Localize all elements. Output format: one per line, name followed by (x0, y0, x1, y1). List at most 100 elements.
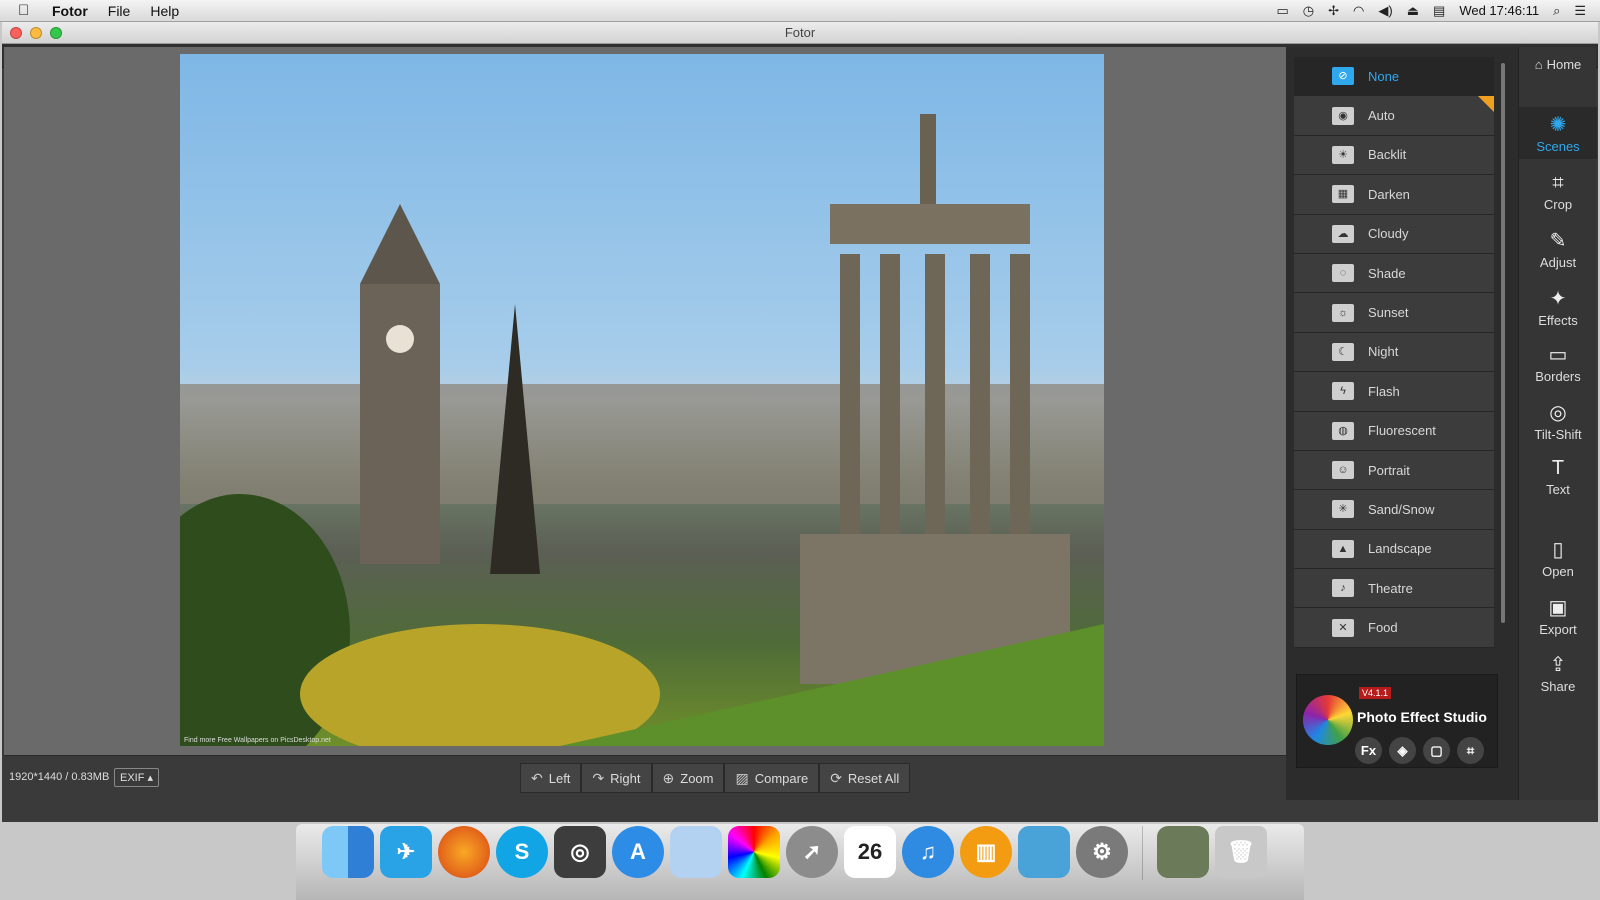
none-icon: ⊘ (1332, 67, 1354, 86)
nav-crop-label: Crop (1543, 197, 1573, 212)
document-icon: ▯ (1552, 539, 1564, 561)
zoom-label: Zoom (680, 770, 714, 786)
compare-button[interactable]: ▨ Compare (724, 763, 820, 793)
scene-flash[interactable]: ϟ Flash (1294, 372, 1494, 412)
tilt-shift-icon: ◎ (1549, 402, 1567, 424)
scene-cloudy[interactable]: ☁ Cloudy (1294, 214, 1494, 254)
nav-adjust-label: Adjust (1539, 255, 1577, 270)
menu-file[interactable]: File (108, 3, 131, 19)
scene-label: Sand/Snow (1368, 501, 1435, 517)
wifi-icon[interactable]: ◠ (1353, 3, 1364, 19)
volume-icon[interactable]: ◀) (1378, 3, 1392, 19)
launchpad-icon[interactable]: ➚ (786, 826, 838, 878)
firefox-icon[interactable] (438, 826, 490, 878)
scene-label: Auto (1368, 108, 1395, 124)
finder-icon[interactable] (322, 826, 374, 878)
menu-help[interactable]: Help (150, 3, 179, 19)
scene-night[interactable]: ☾ Night (1294, 332, 1494, 373)
exif-button[interactable]: EXIF ▴ (114, 768, 160, 787)
iphoto-icon[interactable] (1018, 826, 1070, 878)
nav-effects-label: Effects (1538, 313, 1578, 328)
image-info: 1920*1440 / 0.83MB (9, 771, 110, 783)
time-machine-icon[interactable]: ◷ (1303, 3, 1314, 19)
nav-borders[interactable]: ▭ Borders (1519, 342, 1597, 384)
recent-image-icon[interactable] (1157, 826, 1209, 878)
flag-icon[interactable]: ▤ (1433, 3, 1445, 19)
rotate-left-button[interactable]: ↶ Left (520, 763, 582, 793)
steam-icon[interactable]: ◎ (554, 826, 606, 878)
calendar-icon[interactable]: 26 (844, 826, 896, 878)
nav-adjust[interactable]: ✎ Adjust (1519, 228, 1597, 270)
nav-tilt-shift[interactable]: ◎ Tilt-Shift (1519, 400, 1597, 442)
nav-open[interactable]: ▯ Open (1519, 537, 1597, 579)
spotlight-search-icon[interactable]: ⌕ (1553, 3, 1560, 19)
rotate-right-label: Right (610, 770, 641, 786)
nav-export[interactable]: ▣ Export (1519, 595, 1597, 637)
itunes-icon[interactable]: ♫ (902, 826, 954, 878)
skype-icon[interactable]: S (496, 826, 548, 878)
scene-auto[interactable]: ◉ Auto (1294, 96, 1494, 136)
nav-share[interactable]: ⇪ Share (1519, 652, 1597, 694)
scene-darken[interactable]: ▦ Darken (1294, 175, 1494, 215)
app-store-icon[interactable]: A (612, 826, 664, 878)
scene-label: Flash (1368, 383, 1400, 399)
ibooks-icon[interactable]: ▥ (960, 826, 1012, 878)
nav-home[interactable]: ⌂ Home (1519, 57, 1597, 72)
bulb-icon: ◍ (1332, 421, 1354, 440)
nav-scenes[interactable]: ✺ Scenes (1519, 107, 1597, 159)
view-tools: ↶ Left ↷ Right ⊕ Zoom ▨ Compare ⟳ Reset All (520, 763, 911, 793)
zoom-button[interactable]: ⊕ Zoom (651, 763, 725, 793)
nav-text[interactable]: T Text (1519, 457, 1597, 497)
apple-menu-icon[interactable]:  (18, 2, 38, 19)
scene-backlit[interactable]: ☀ Backlit (1294, 135, 1494, 176)
scene-label: Sunset (1368, 305, 1409, 321)
window-close-button[interactable] (10, 27, 22, 39)
twitter-icon[interactable]: ✈ (380, 826, 432, 878)
scene-sand-snow[interactable]: ✳ Sand/Snow (1294, 490, 1494, 530)
rotate-right-button[interactable]: ↷ Right (581, 763, 652, 793)
fx-icon: Fx (1355, 737, 1382, 764)
scene-label: None (1368, 68, 1400, 84)
scene-list-scrollbar[interactable] (1501, 63, 1505, 623)
scene-sunset[interactable]: ☼ Sunset (1294, 293, 1494, 333)
menu-app-name[interactable]: Fotor (52, 3, 88, 19)
scene-label: Cloudy (1368, 226, 1409, 242)
nav-open-label: Open (1542, 564, 1574, 579)
scene-label: Theatre (1368, 580, 1413, 596)
system-preferences-icon[interactable]: ⚙ (1076, 826, 1128, 878)
photo-watermark: Find more Free Wallpapers on PicsDesktop… (184, 737, 331, 744)
shade-icon: ◌ (1332, 264, 1354, 283)
scene-fluorescent[interactable]: ◍ Fluorescent (1294, 411, 1494, 451)
nav-export-label: Export (1539, 622, 1577, 637)
nav-effects[interactable]: ✦ Effects (1519, 286, 1597, 328)
menubar-clock[interactable]: Wed 17:46:11 (1459, 3, 1539, 18)
window-minimize-button[interactable] (30, 27, 42, 39)
compare-label: Compare (754, 770, 809, 786)
pattern-icon: ◈ (1389, 737, 1416, 764)
nav-crop[interactable]: ⌗ Crop (1519, 172, 1597, 212)
scene-shade[interactable]: ◌ Shade (1294, 253, 1494, 294)
window-title: Fotor (784, 25, 816, 40)
scene-landscape[interactable]: ▲ Landscape (1294, 529, 1494, 570)
scene-none[interactable]: ⊘ None (1294, 57, 1494, 97)
promo-icons: Fx ◈ ▢ ⌗ (1355, 737, 1484, 764)
scene-theatre[interactable]: ♪ Theatre (1294, 569, 1494, 609)
preview-icon[interactable] (670, 826, 722, 878)
calendar-date: 26 (857, 839, 883, 864)
photo-effect-studio-promo[interactable]: V4.1.1 Photo Effect Studio Fx ◈ ▢ ⌗ (1296, 674, 1498, 768)
edinburgh-photo[interactable]: Find more Free Wallpapers on PicsDesktop… (180, 54, 1104, 746)
trash-icon[interactable]: 🗑 (1215, 826, 1267, 878)
eject-icon[interactable]: ⏏ (1407, 3, 1419, 19)
bluetooth-icon[interactable]: ✢ (1328, 3, 1339, 19)
reset-all-button[interactable]: ⟳ Reset All (819, 763, 911, 793)
palm-icon: ✳ (1332, 500, 1354, 519)
color-wheel-icon[interactable] (728, 826, 780, 878)
nav-scenes-label: Scenes (1536, 139, 1580, 154)
cloud-icon: ☁ (1332, 224, 1354, 243)
notification-center-icon[interactable]: ☰ (1574, 3, 1586, 19)
window-zoom-button[interactable] (50, 27, 62, 39)
airplay-icon[interactable]: ▭ (1277, 3, 1289, 19)
scene-food[interactable]: ✕ Food (1294, 608, 1494, 648)
reset-all-label: Reset All (847, 770, 900, 786)
scene-portrait[interactable]: ☺ Portrait (1294, 450, 1494, 491)
